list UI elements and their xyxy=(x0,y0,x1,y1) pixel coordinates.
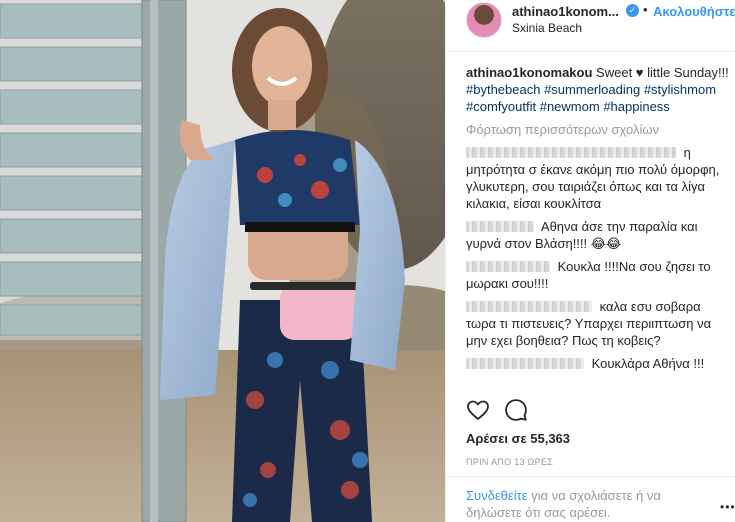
follow-button[interactable]: Ακολουθήστε xyxy=(653,4,735,19)
hashtag-link[interactable]: #newmom xyxy=(540,99,600,114)
more-options-icon[interactable]: ••• xyxy=(720,500,735,514)
comment-item: καλα εσυ σοβαρα τωρα τι πιστευεις? Υπαρχ… xyxy=(466,298,732,349)
comment-item: Αθηνα άσε την παραλία και γυρνά στον Βλά… xyxy=(466,218,732,252)
load-more-comments-link[interactable]: Φόρτωση περισσότερων σχολίων xyxy=(466,121,732,138)
hashtag-link[interactable]: #comfyoutfit xyxy=(466,99,536,114)
post-caption: athinao1konomakou Sweet ♥ little Sunday!… xyxy=(466,64,732,115)
hashtag-link[interactable]: #stylishmom xyxy=(644,82,716,97)
avatar[interactable] xyxy=(466,2,502,38)
post-details-panel: athinao1konom... ✓ • Ακολουθήστε Sxinia … xyxy=(445,0,735,522)
post-header: athinao1konom... ✓ • Ακολουθήστε Sxinia … xyxy=(446,0,735,52)
heart-outline-icon[interactable] xyxy=(466,398,492,424)
blurred-username xyxy=(466,261,550,272)
beach-photo-illustration xyxy=(0,0,445,522)
post-photo[interactable] xyxy=(0,0,445,522)
blurred-username xyxy=(466,147,676,158)
comment-item: η μητρότητα σ έκανε ακόμη πιο πολύ όμορφ… xyxy=(466,144,732,212)
post-actions xyxy=(466,398,716,424)
login-link[interactable]: Συνδεθείτε xyxy=(466,488,528,503)
likes-count[interactable]: Αρέσει σε 55,363 xyxy=(466,431,570,446)
login-prompt: Συνδεθείτε για να σχολιάσετε ή να δηλώσε… xyxy=(466,487,716,521)
blurred-username xyxy=(466,358,584,369)
hashtag-link[interactable]: #bythebeach xyxy=(466,82,540,97)
comments-list[interactable]: athinao1konomakou Sweet ♥ little Sunday!… xyxy=(466,64,732,384)
hashtag-link[interactable]: #happiness xyxy=(603,99,670,114)
comment-item: Κουκλάρα Αθήνα !!! xyxy=(466,355,732,372)
post-location[interactable]: Sxinia Beach xyxy=(512,21,582,35)
follow-separator: • xyxy=(643,2,648,17)
caption-text: Sweet ♥ little Sunday!!! xyxy=(596,65,729,80)
post-timestamp[interactable]: ΠΡΙΝ ΑΠΟ 13 ΩΡΕΣ xyxy=(466,457,553,467)
verified-badge-icon: ✓ xyxy=(626,4,639,17)
caption-username[interactable]: athinao1konomakou xyxy=(466,65,592,80)
speech-bubble-icon[interactable] xyxy=(504,398,530,424)
divider xyxy=(446,476,735,477)
hashtag-link[interactable]: #summerloading xyxy=(544,82,640,97)
post-username[interactable]: athinao1konom... xyxy=(512,4,619,19)
comment-item: Κουκλα !!!!Να σου ζησει το μωρακι σου!!!… xyxy=(466,258,732,292)
comment-text: Κουκλάρα Αθήνα !!! xyxy=(591,356,705,371)
blurred-username xyxy=(466,301,592,312)
blurred-username xyxy=(466,221,534,232)
